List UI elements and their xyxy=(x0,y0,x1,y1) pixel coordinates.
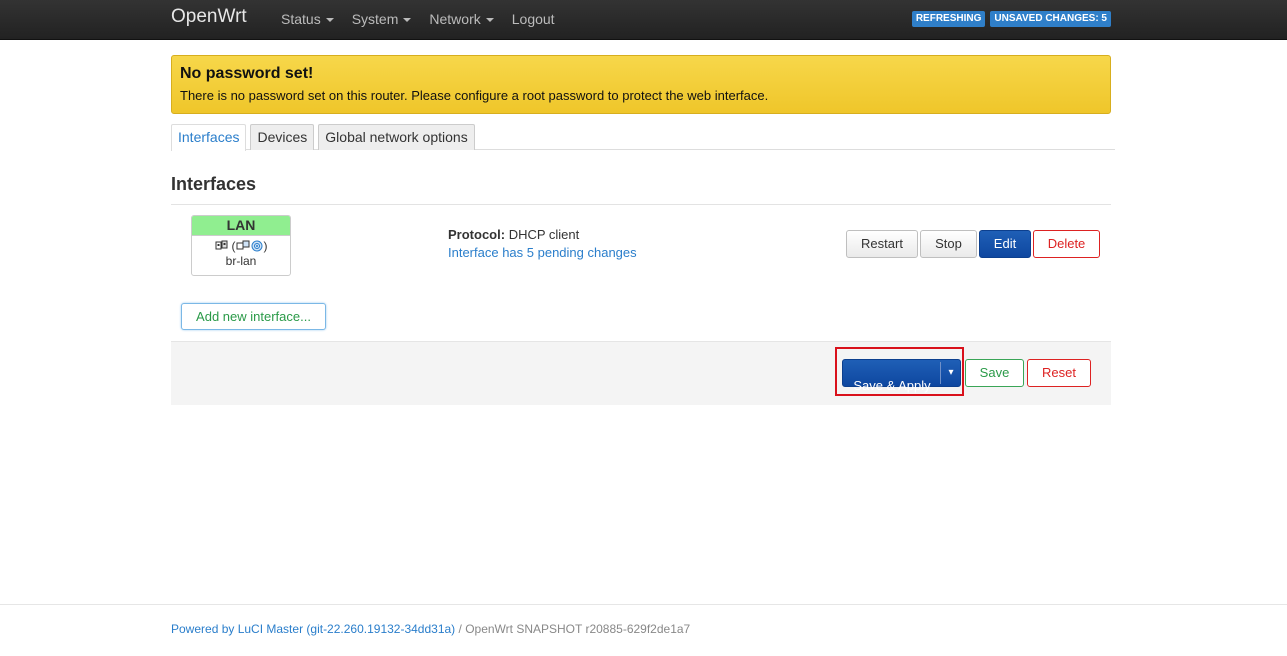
protocol-line: Protocol: DHCP client xyxy=(448,227,579,242)
tab-interfaces[interactable]: Interfaces xyxy=(171,124,247,151)
alert-text: There is no password set on this router.… xyxy=(180,88,769,103)
menu-network[interactable]: Network xyxy=(429,10,494,28)
restart-button[interactable]: Restart xyxy=(846,230,918,258)
ethernet-port-icon xyxy=(215,240,227,250)
openwrt-version: OpenWrt SNAPSHOT r20885-629f2de1a7 xyxy=(465,622,691,636)
pending-changes-link[interactable]: Interface has 5 pending changes xyxy=(448,245,637,260)
unsaved-changes-badge[interactable]: UNSAVED CHANGES: 5 xyxy=(990,11,1111,27)
footer-divider xyxy=(0,604,1287,605)
menu-network-label: Network xyxy=(429,11,481,27)
section-title: Interfaces xyxy=(171,174,257,194)
menu-system[interactable]: System xyxy=(352,10,412,28)
delete-button[interactable]: Delete xyxy=(1033,230,1100,258)
menu-logout[interactable]: Logout xyxy=(512,10,555,28)
edit-button[interactable]: Edit xyxy=(979,230,1031,258)
tab-global-network-options[interactable]: Global network options xyxy=(318,124,475,150)
tab-devices[interactable]: Devices xyxy=(250,124,315,150)
wireless-icon xyxy=(251,240,262,252)
no-password-alert: No password set! There is no password se… xyxy=(171,55,1111,114)
interface-device: br-lan xyxy=(225,254,257,268)
protocol-label: Protocol: xyxy=(448,227,506,242)
stop-button[interactable]: Stop xyxy=(920,230,977,258)
chevron-down-icon xyxy=(325,18,334,22)
reset-button[interactable]: Reset xyxy=(1027,359,1091,387)
menu-logout-label: Logout xyxy=(511,11,555,27)
interface-badge-lan: LAN ( ) br-lan xyxy=(191,215,291,276)
brand-logo[interactable]: OpenWrt xyxy=(171,5,247,29)
menu-status-label: Status xyxy=(281,11,321,27)
page-footer: Powered by LuCI Master (git-22.260.19132… xyxy=(171,622,690,636)
alert-title: No password set! xyxy=(180,65,314,82)
interface-name: LAN xyxy=(192,216,290,236)
section-divider xyxy=(171,204,1111,205)
footer-separator: / xyxy=(455,622,466,636)
luci-link[interactable]: Powered by LuCI Master (git-22.260.19132… xyxy=(171,622,455,636)
interface-icons: ( ) xyxy=(192,239,290,253)
add-new-interface-button[interactable]: Add new interface... xyxy=(181,303,326,330)
tab-bar: Interfaces Devices Global network option… xyxy=(171,124,1115,151)
chevron-down-icon xyxy=(403,18,412,22)
chevron-down-icon xyxy=(485,18,494,22)
protocol-value: DHCP client xyxy=(508,227,580,242)
header-badges: REFRESHING UNSAVED CHANGES: 5 xyxy=(907,11,1111,27)
main-menu: Status System Network Logout xyxy=(281,10,573,28)
save-button[interactable]: Save xyxy=(965,359,1024,387)
menu-status[interactable]: Status xyxy=(281,10,334,28)
highlight-annotation xyxy=(835,347,964,396)
top-navbar: OpenWrt Status System Network Logout REF… xyxy=(0,0,1287,40)
refreshing-badge[interactable]: REFRESHING xyxy=(911,11,986,27)
bridge-port-icon xyxy=(236,240,249,250)
menu-system-label: System xyxy=(351,11,399,27)
